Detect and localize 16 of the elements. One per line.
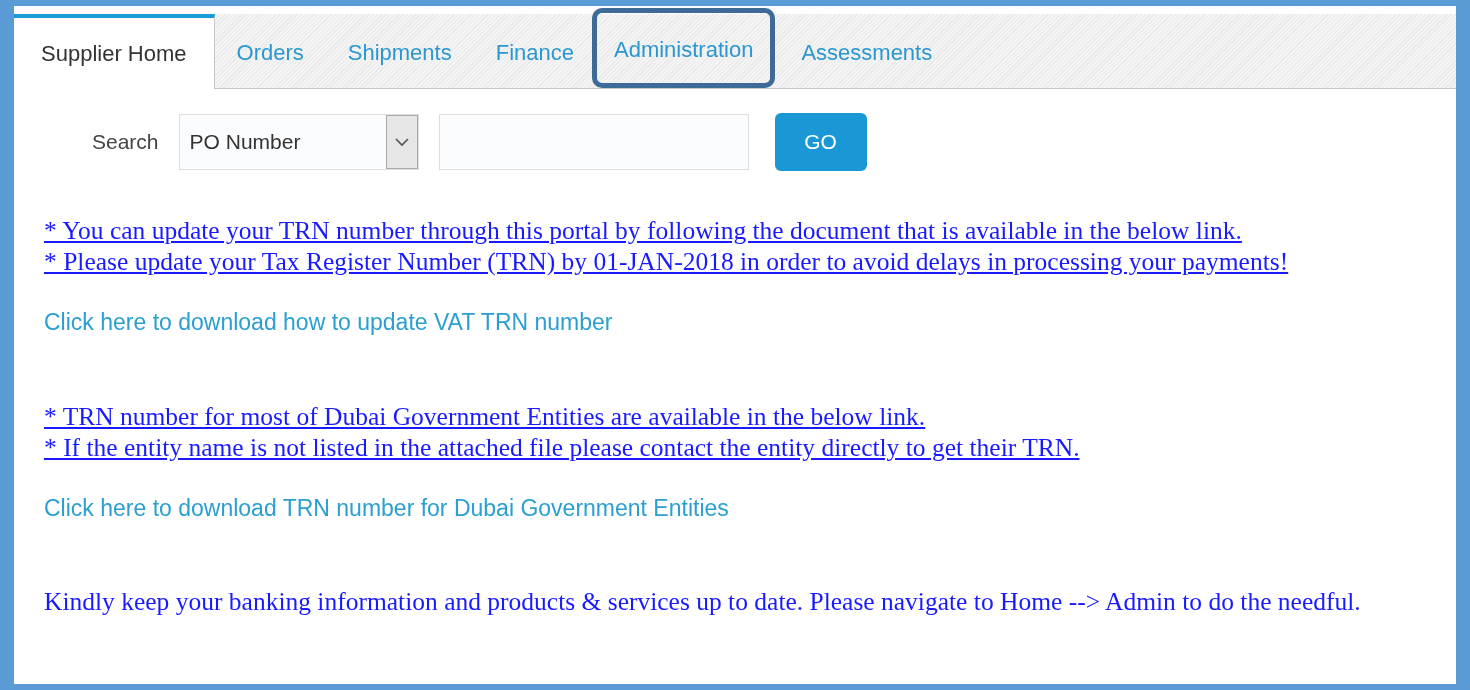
download-link[interactable]: Click here to download how to update VAT TRN number (44, 307, 613, 337)
info-message: Kindly keep your banking information and products & services up to date. Please navigate to Home --> Admin to do the needful. (44, 587, 1362, 617)
search-label: Search (92, 130, 159, 154)
go-button[interactable]: GO (774, 113, 867, 171)
tab[interactable]: Assessments (779, 14, 955, 88)
caret-icon[interactable] (385, 115, 418, 169)
tab[interactable]: Shipments (325, 14, 474, 88)
tab[interactable]: Orders (214, 14, 326, 88)
tab[interactable]: Supplier Home (14, 14, 215, 89)
search-type-dropdown[interactable]: PO Number (178, 114, 419, 170)
notice-link[interactable]: * You can update your TRN number through this portal by following the document that is available in the below link. (44, 215, 1242, 246)
search-field[interactable] (438, 114, 749, 170)
notice-link[interactable]: * Please update your Tax Register Number (TRN) by 01-JAN-2018 in order to avoid delays in processing your payments! (44, 246, 1289, 277)
notice-link[interactable]: * TRN number for most of Dubai Government Entities are available in the below link. (44, 401, 926, 432)
notice-link[interactable]: * If the entity name is not listed in the attached file please contact the entity directly to get their TRN. (44, 432, 1080, 463)
download-link[interactable]: Click here to download TRN number for Dubai Government Entities (44, 493, 729, 523)
